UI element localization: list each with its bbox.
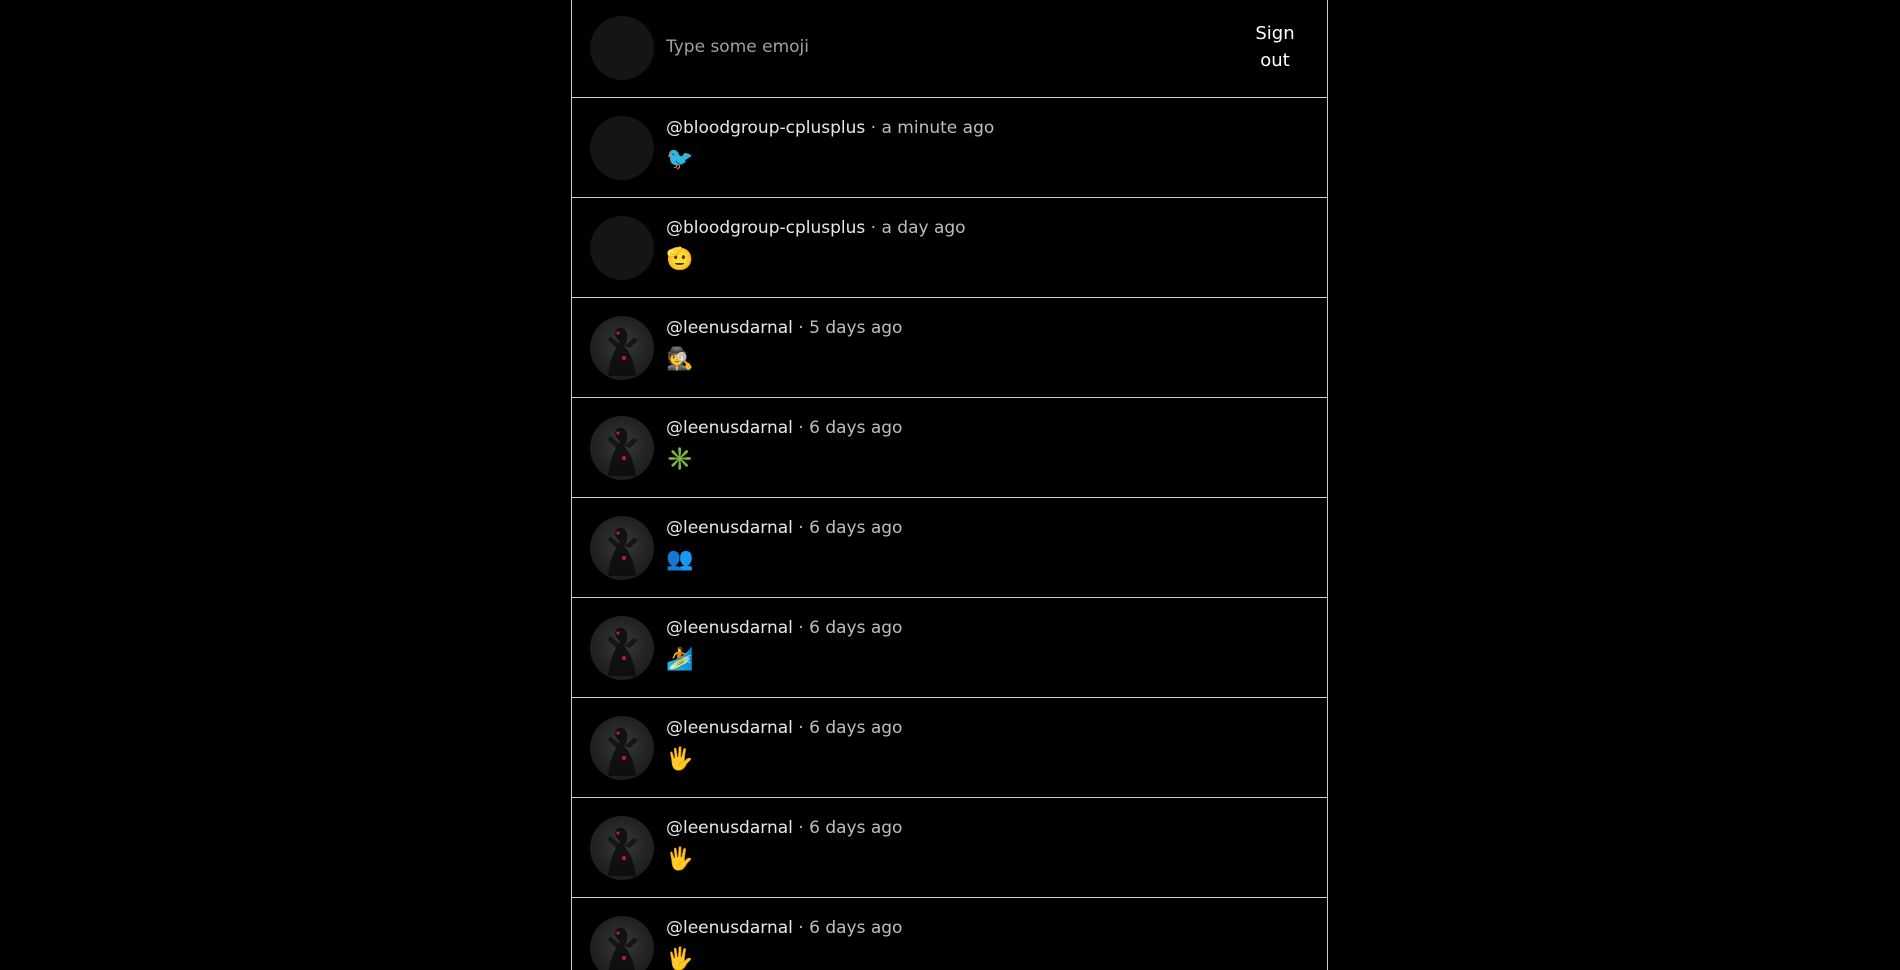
post-meta: @bloodgroup-cplusplus · a minute ago [666, 118, 994, 138]
post-meta: @leenusdarnal · 6 days ago [666, 518, 902, 538]
post-timestamp[interactable]: 6 days ago [809, 818, 902, 838]
emoji-input[interactable] [666, 32, 1186, 62]
post-emoji: 🫡 [666, 247, 694, 272]
post-timestamp[interactable]: a day ago [881, 218, 965, 238]
sign-out-button[interactable]: Sign out [1253, 20, 1297, 74]
post-timestamp[interactable]: 6 days ago [809, 418, 902, 438]
feed-post: @leenusdarnal · 6 days ago 🖐️ [572, 898, 1327, 970]
post-emoji: 🕵️ [666, 347, 694, 372]
meta-separator: · [798, 818, 804, 838]
post-emoji: 🐦 [666, 147, 694, 172]
user-avatar[interactable] [590, 216, 654, 280]
post-username[interactable]: @leenusdarnal [666, 318, 793, 338]
post-feed: @bloodgroup-cplusplus · a minute ago 🐦 @bl… [572, 98, 1327, 970]
post-timestamp[interactable]: 6 days ago [809, 718, 902, 738]
feed-post: @leenusdarnal · 6 days ago 🖐️ [572, 698, 1327, 798]
current-user-avatar [590, 16, 654, 80]
post-username[interactable]: @leenusdarnal [666, 518, 793, 538]
feed-post: @bloodgroup-cplusplus · a minute ago 🐦 [572, 98, 1327, 198]
meta-separator: · [870, 218, 877, 238]
post-emoji: 🖐️ [666, 847, 694, 872]
user-avatar[interactable] [590, 516, 654, 580]
post-username[interactable]: @leenusdarnal [666, 818, 793, 838]
post-timestamp[interactable]: 5 days ago [809, 318, 902, 338]
post-username[interactable]: @leenusdarnal [666, 418, 793, 438]
meta-separator: · [798, 718, 804, 738]
feed-post: @leenusdarnal · 6 days ago 🏄 [572, 598, 1327, 698]
meta-separator: · [798, 318, 804, 338]
meta-separator: · [798, 418, 804, 438]
feed-post: @bloodgroup-cplusplus · a day ago 🫡 [572, 198, 1327, 298]
user-avatar[interactable] [590, 816, 654, 880]
post-emoji: ✳️ [666, 447, 694, 472]
post-emoji: 🖐️ [666, 747, 694, 772]
feed-post: @leenusdarnal · 5 days ago 🕵️ [572, 298, 1327, 398]
post-emoji: 👥 [666, 547, 694, 572]
post-username[interactable]: @bloodgroup-cplusplus [666, 118, 865, 138]
user-avatar[interactable] [590, 116, 654, 180]
user-avatar[interactable] [590, 916, 654, 970]
post-username[interactable]: @leenusdarnal [666, 618, 793, 638]
post-meta: @leenusdarnal · 6 days ago [666, 418, 902, 438]
post-username[interactable]: @bloodgroup-cplusplus [666, 218, 865, 238]
user-avatar[interactable] [590, 416, 654, 480]
feed-post: @leenusdarnal · 6 days ago 🖐️ [572, 798, 1327, 898]
post-emoji: 🏄 [666, 647, 694, 672]
user-avatar[interactable] [590, 316, 654, 380]
post-meta: @leenusdarnal · 5 days ago [666, 318, 902, 338]
meta-separator: · [870, 118, 877, 138]
feed-column: Sign out @bloodgroup-cplusplus · a minut… [571, 0, 1328, 970]
user-avatar[interactable] [590, 616, 654, 680]
post-timestamp[interactable]: 6 days ago [809, 518, 902, 538]
post-meta: @leenusdarnal · 6 days ago [666, 718, 902, 738]
meta-separator: · [798, 918, 804, 938]
feed-post: @leenusdarnal · 6 days ago 👥 [572, 498, 1327, 598]
post-meta: @leenusdarnal · 6 days ago [666, 818, 902, 838]
feed-post: @leenusdarnal · 6 days ago ✳️ [572, 398, 1327, 498]
post-timestamp[interactable]: 6 days ago [809, 618, 902, 638]
composer: Sign out [572, 0, 1327, 98]
meta-separator: · [798, 518, 804, 538]
post-meta: @leenusdarnal · 6 days ago [666, 918, 902, 938]
post-username[interactable]: @leenusdarnal [666, 718, 793, 738]
post-timestamp[interactable]: a minute ago [881, 118, 994, 138]
post-timestamp[interactable]: 6 days ago [809, 918, 902, 938]
user-avatar[interactable] [590, 716, 654, 780]
post-meta: @bloodgroup-cplusplus · a day ago [666, 218, 966, 238]
meta-separator: · [798, 618, 804, 638]
post-meta: @leenusdarnal · 6 days ago [666, 618, 902, 638]
post-username[interactable]: @leenusdarnal [666, 918, 793, 938]
post-emoji: 🖐️ [666, 947, 694, 970]
